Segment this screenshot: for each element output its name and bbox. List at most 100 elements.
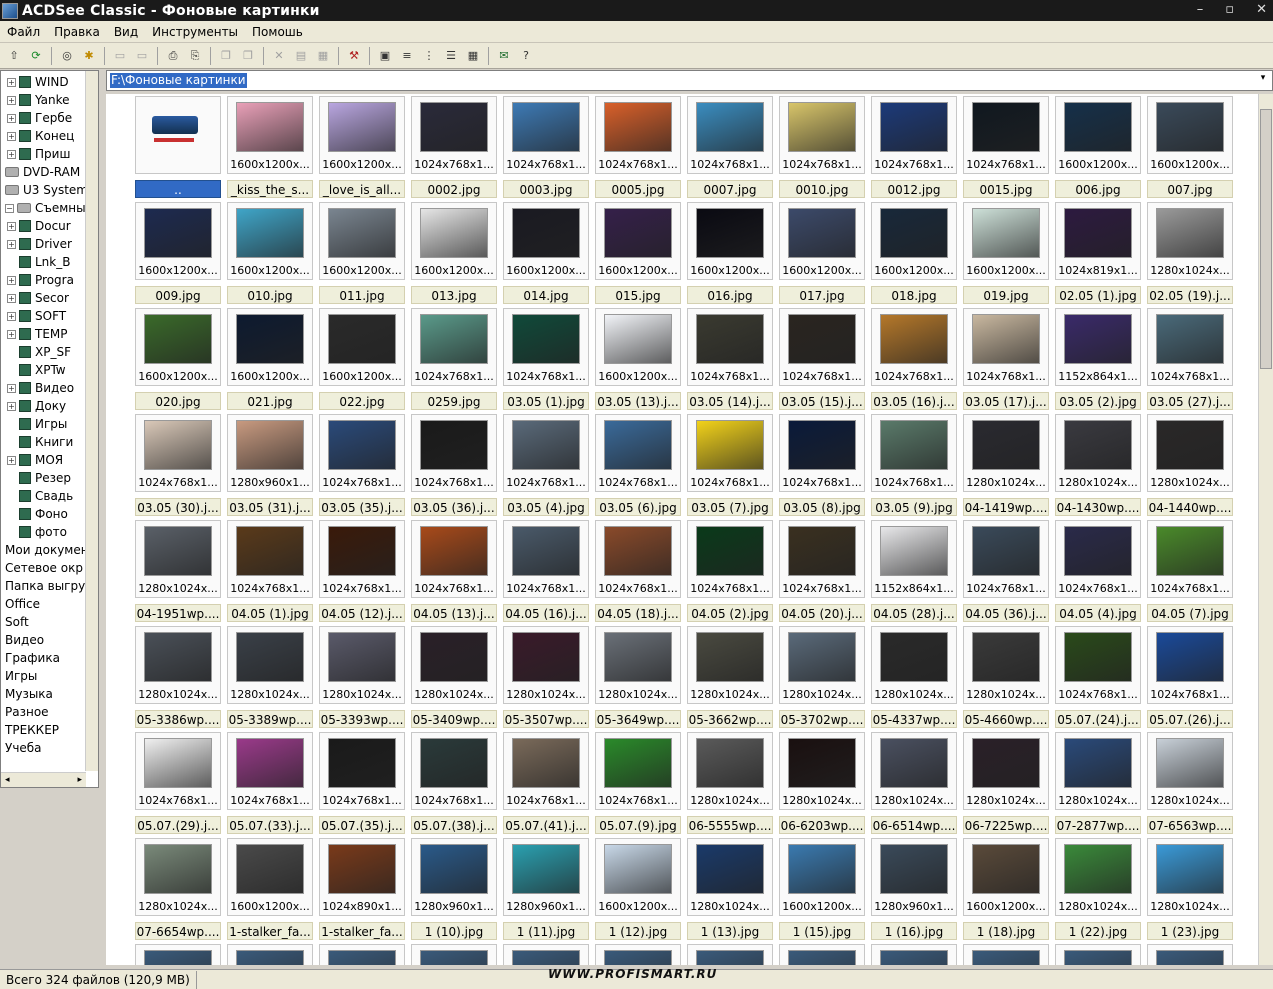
expander-icon[interactable]: + <box>7 113 16 123</box>
tree-item[interactable]: + Secor <box>1 289 98 307</box>
thumbnail-filename[interactable]: 04-1430wp.... <box>1055 498 1141 516</box>
delete-icon[interactable]: ✕ <box>270 47 288 65</box>
thumbnail-filename[interactable]: _kiss_the_s... <box>227 180 313 198</box>
thumbnail-filename[interactable]: 03.05 (31).j... <box>227 498 313 516</box>
thumbnail-filename[interactable]: 05.07.(35).j... <box>319 816 405 834</box>
tree-item[interactable]: Сетевое окр <box>1 559 98 577</box>
thumbnail-filename[interactable]: 04.05 (12).j... <box>319 604 405 622</box>
thumbnail-filename[interactable]: 1 (23).jpg <box>1147 922 1233 940</box>
thumbnail-filename[interactable]: 04-1440wp.... <box>1147 498 1233 516</box>
tree-item[interactable]: Графика <box>1 649 98 667</box>
thumbnail-filename[interactable]: 04.05 (16).j... <box>503 604 589 622</box>
thumbnail-filename[interactable]: 04-1951wp.... <box>135 604 221 622</box>
help-icon[interactable]: ? <box>517 47 535 65</box>
thumbnail-filename[interactable]: 05.07.(41).j... <box>503 816 589 834</box>
thumbnail-filename[interactable]: 0005.jpg <box>595 180 681 198</box>
thumbnail-filename[interactable]: 0012.jpg <box>871 180 957 198</box>
details-icon[interactable]: ☰ <box>442 47 460 65</box>
up-icon[interactable]: ⇧ <box>5 47 23 65</box>
menu-tools[interactable]: Инструменты <box>145 25 245 39</box>
thumbnail-filename[interactable]: 03.05 (17).j... <box>963 392 1049 410</box>
thumbnail-filename[interactable]: 1 (15).jpg <box>779 922 865 940</box>
tree-item[interactable]: Мои докумен <box>1 541 98 559</box>
expander-icon[interactable]: + <box>7 311 16 321</box>
folder-tree[interactable]: + WIND + Yanke + Гербе + Конец + Приш DVD-RAM U3 Sy… <box>0 70 99 788</box>
expander-icon[interactable]: + <box>7 329 16 339</box>
thumbnail-filename[interactable]: 007.jpg <box>1147 180 1233 198</box>
thumbnail-filename[interactable]: 05.07.(38).j... <box>411 816 497 834</box>
tree-item[interactable]: + WIND <box>1 73 98 91</box>
tree-item[interactable]: − Съемный <box>1 199 98 217</box>
thumbnail-filename[interactable]: 05-4660wp.... <box>963 710 1049 728</box>
minimize-button[interactable]: – <box>1197 2 1204 17</box>
menu-edit[interactable]: Правка <box>47 25 107 39</box>
thumbnail-filename[interactable]: 04-1419wp.... <box>963 498 1049 516</box>
scroll-thumb[interactable] <box>1260 109 1272 369</box>
thumbnail-filename[interactable]: 1 (11).jpg <box>503 922 589 940</box>
thumbnail-filename[interactable]: 010.jpg <box>227 286 313 304</box>
tree-item[interactable]: фото <box>1 523 98 541</box>
favorite-icon[interactable]: ✱ <box>80 47 98 65</box>
thumbnail-filename[interactable]: 06-6514wp.... <box>871 816 957 834</box>
thumbnail-filename[interactable]: 06-6203wp.... <box>779 816 865 834</box>
thumbnail-filename[interactable]: 05-3662wp.... <box>687 710 773 728</box>
thumbnail-filename[interactable]: 04.05 (20).j... <box>779 604 865 622</box>
thumbnail-filename[interactable]: 013.jpg <box>411 286 497 304</box>
thumbnail-grid[interactable]: .. 1600x1200x... _kiss_the_s... 1600x1200x.… <box>106 94 1258 965</box>
thumbnail-filename[interactable]: 07-6563wp.... <box>1147 816 1233 834</box>
tree-item[interactable]: + Видео <box>1 379 98 397</box>
tree-item[interactable]: DVD-RAM <box>1 163 98 181</box>
thumbnail-filename[interactable]: 04.05 (2).jpg <box>687 604 773 622</box>
tree-item[interactable]: + Progra <box>1 271 98 289</box>
thumbnail-filename[interactable]: 0015.jpg <box>963 180 1049 198</box>
tree-item[interactable]: Папка выгру <box>1 577 98 595</box>
path-input[interactable]: F:\Фоновые картинки ▾ <box>106 70 1273 91</box>
thumbnail-filename[interactable]: 05-3393wp.... <box>319 710 405 728</box>
thumbnail-filename[interactable]: 06-7225wp.... <box>963 816 1049 834</box>
thumbnail-filename[interactable]: 018.jpg <box>871 286 957 304</box>
thumbnail-filename[interactable]: 04.05 (4).jpg <box>1055 604 1141 622</box>
thumbnail-filename[interactable]: 1-stalker_fa... <box>227 922 313 940</box>
expander-icon[interactable]: + <box>7 131 16 141</box>
print-icon[interactable]: ⎙ <box>164 47 182 65</box>
thumbnail-filename[interactable]: 0010.jpg <box>779 180 865 198</box>
thumbnail-filename[interactable]: 07-2877wp.... <box>1055 816 1141 834</box>
thumbnail-filename[interactable]: 03.05 (14).j... <box>687 392 773 410</box>
tree-item[interactable]: + Yanke <box>1 91 98 109</box>
expander-icon[interactable]: + <box>7 401 16 411</box>
thumbnail-filename[interactable]: 0259.jpg <box>411 392 497 410</box>
thumbnail-filename[interactable]: 06-5555wp.... <box>687 816 773 834</box>
thumbnail-filename[interactable]: 1-stalker_fa... <box>319 922 405 940</box>
thumbnail-filename[interactable]: 03.05 (35).j... <box>319 498 405 516</box>
thumbnail-filename[interactable]: 1 (13).jpg <box>687 922 773 940</box>
thumbnail-filename[interactable]: 03.05 (13).j... <box>595 392 681 410</box>
tree-item[interactable]: ТРЕККЕР <box>1 721 98 739</box>
thumbnail-filename[interactable]: 05.07.(9).jpg <box>595 816 681 834</box>
thumbnail-filename[interactable]: 03.05 (16).j... <box>871 392 957 410</box>
expander-icon[interactable]: − <box>5 203 14 213</box>
path-dropdown-icon[interactable]: ▾ <box>1256 73 1270 88</box>
expander-icon[interactable]: + <box>7 239 16 249</box>
thumbnail-filename[interactable]: 05-4337wp.... <box>871 710 957 728</box>
scroll-right-icon[interactable]: ▸ <box>77 775 82 785</box>
tree-item[interactable]: Учеба <box>1 739 98 757</box>
thumbnail-filename[interactable]: 006.jpg <box>1055 180 1141 198</box>
thumbnail-filename[interactable]: 05.07.(29).j... <box>135 816 221 834</box>
tree-item[interactable]: Книги <box>1 433 98 451</box>
thumbnail-filename[interactable]: 1 (12).jpg <box>595 922 681 940</box>
thumbnail-filename[interactable]: 04.05 (7).jpg <box>1147 604 1233 622</box>
thumbnail-filename[interactable]: 04.05 (13).j... <box>411 604 497 622</box>
thumbnail-filename[interactable]: 03.05 (6).jpg <box>595 498 681 516</box>
thumbnail-filename[interactable]: 020.jpg <box>135 392 221 410</box>
expander-icon[interactable]: + <box>7 455 16 465</box>
tree-item[interactable]: XP_SF <box>1 343 98 361</box>
expander-icon[interactable]: + <box>7 149 16 159</box>
thumbnail-filename[interactable]: 022.jpg <box>319 392 405 410</box>
expander-icon[interactable]: + <box>7 221 16 231</box>
thumbnail-filename[interactable]: 1 (22).jpg <box>1055 922 1141 940</box>
thumbnail-filename[interactable]: 011.jpg <box>319 286 405 304</box>
tree-item[interactable]: Soft <box>1 613 98 631</box>
tree-item[interactable]: + Driver <box>1 235 98 253</box>
tree-item[interactable]: + МОЯ <box>1 451 98 469</box>
thumbnail-filename[interactable]: 05-3386wp.... <box>135 710 221 728</box>
